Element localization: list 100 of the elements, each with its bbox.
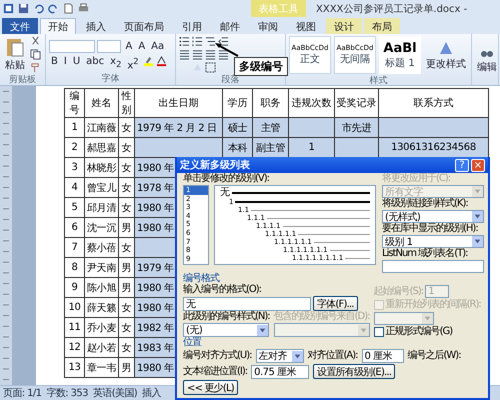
align-icon[interactable] (205, 49, 216, 60)
table-cell: 3 (71, 162, 78, 173)
listnum-field[interactable] (382, 260, 484, 273)
font-button[interactable]: A (136, 40, 148, 53)
after-label: 编号之后(W): (408, 351, 461, 361)
table-cell: 1983 年 (137, 342, 174, 354)
ribbon-tab[interactable]: 开始 (40, 18, 76, 34)
table-cell: 2 (71, 142, 78, 153)
edit-button[interactable]: 编辑 (475, 61, 499, 74)
format-painter-icon[interactable] (30, 62, 41, 73)
undo-icon[interactable] (33, 3, 44, 14)
align-icon[interactable] (192, 49, 203, 60)
bullet-list-icon[interactable] (179, 36, 190, 47)
table-cell: 尹天南 (86, 262, 116, 274)
table-cell: 女 (122, 322, 132, 334)
group-label: 字体 (102, 74, 120, 85)
cut-icon[interactable] (30, 36, 41, 47)
format-button[interactable]: B (49, 55, 60, 68)
change-styles-button[interactable]: 更改样式 (424, 58, 468, 70)
table-cell: 1 (71, 122, 78, 133)
font-dialog-button[interactable]: 字体(F)... (313, 296, 358, 311)
format-field[interactable]: 无 (183, 296, 311, 310)
context-tab-label: 表格工具 (251, 0, 306, 17)
format-button[interactable]: x$_{2}$ (108, 55, 124, 68)
help-button[interactable]: ? (455, 158, 469, 172)
multilevel-list-icon[interactable] (205, 36, 216, 47)
paste-icon[interactable] (6, 37, 24, 57)
font-button[interactable]: A (123, 40, 134, 53)
table-cell: 邱月清 (86, 202, 116, 214)
change-styles-icon[interactable] (438, 40, 454, 56)
align-label: 编号对齐方式(U): (183, 351, 252, 361)
ribbon-tab[interactable]: 审阅 (250, 18, 286, 34)
table-cell: 女 (122, 342, 132, 354)
style-swatch[interactable]: AaBl 标题 1 (379, 36, 421, 74)
format-button[interactable]: U (70, 55, 82, 68)
format-button[interactable]: abc (84, 55, 106, 68)
ribbon-tab[interactable]: 布局 (364, 18, 400, 34)
start-field: 1 (425, 285, 450, 298)
table-cell: 1980 年 (137, 282, 174, 294)
table-cell: 4 (71, 182, 78, 193)
table-cell: 6 (71, 222, 78, 233)
paste-button[interactable]: 粘贴 (3, 59, 27, 72)
table-cell: 沈一沉 (86, 222, 116, 234)
align-icon[interactable] (179, 49, 190, 60)
include-label: 包含的级别编号来自(D): (274, 312, 370, 322)
table-cell: 章一韦 (86, 362, 116, 374)
border-icon[interactable] (205, 62, 216, 73)
format-button[interactable]: x$^{2}$ (125, 55, 141, 68)
redo-icon[interactable] (48, 3, 59, 14)
status-item: 英语(美国) (92, 386, 138, 400)
text-highlight-icon[interactable] (142, 56, 154, 67)
table-cell: 10 (68, 302, 81, 313)
document-icon[interactable] (63, 3, 74, 14)
checkbox[interactable] (374, 327, 384, 337)
option-select[interactable]: (无样式) (382, 210, 484, 223)
decrease-indent-icon[interactable] (218, 36, 229, 47)
table-cell: 13 (68, 362, 81, 373)
table-cell: 1980 年 (137, 362, 174, 374)
align-icon[interactable] (218, 49, 229, 60)
table-cell: 女 (122, 202, 132, 214)
table-cell: 1979 年 (137, 262, 174, 274)
level-label: 单击要修改的级别(V): (183, 174, 270, 184)
less-button[interactable]: << 更少(L) (183, 380, 238, 395)
indent-field[interactable]: 0.75 厘米 (251, 364, 310, 378)
align-select[interactable]: 左对齐 (256, 349, 304, 363)
tooltip: 多级编号 (234, 57, 288, 76)
ribbon-tab[interactable]: 邮件 (212, 18, 248, 34)
save-icon[interactable] (18, 3, 29, 14)
table-cell: 曾宝儿 (86, 182, 116, 194)
table-cell: 郝思嘉 (86, 142, 116, 154)
dialog-title: 定义新多级列表 (180, 158, 251, 172)
ribbon-tab[interactable]: 插入 (78, 18, 114, 34)
table-cell: 赵小若 (86, 342, 116, 354)
ribbon-tab[interactable]: 文件 (2, 18, 38, 34)
at-field[interactable]: 0 厘米 (362, 349, 404, 363)
table-cell: 男 (122, 362, 132, 374)
set-all-levels-button[interactable]: 设置所有级别(E)... (313, 364, 396, 379)
number-style-select[interactable]: (无) (183, 323, 269, 337)
table-cell: 女 (122, 242, 132, 254)
font-color-icon[interactable] (156, 56, 167, 67)
table-cell: 男 (122, 222, 132, 234)
close-button[interactable]: × (471, 158, 485, 172)
table-cell: 12 (68, 342, 81, 353)
font-size-field[interactable] (97, 40, 122, 53)
table-cell: 13061316234568 (391, 142, 476, 153)
ribbon-tab[interactable]: 引用 (174, 18, 210, 34)
ribbon-tab[interactable]: 页面布局 (116, 18, 172, 34)
copy-icon[interactable] (30, 49, 41, 60)
ribbon-tab[interactable]: 设计 (326, 18, 362, 34)
font-name-field[interactable] (49, 40, 96, 53)
table-cell: 男 (122, 282, 132, 294)
table-cell: 11 (68, 322, 81, 333)
format-button[interactable]: I (62, 55, 69, 68)
ribbon-tab[interactable]: 视图 (288, 18, 324, 34)
font-button[interactable]: Aa (149, 40, 166, 53)
table-cell: 1980 年 (137, 202, 174, 214)
option-select[interactable]: 级别 1 (382, 235, 484, 248)
table-cell: 女 (122, 302, 132, 314)
print-icon[interactable] (78, 3, 89, 14)
numbered-list-icon[interactable] (192, 36, 203, 47)
